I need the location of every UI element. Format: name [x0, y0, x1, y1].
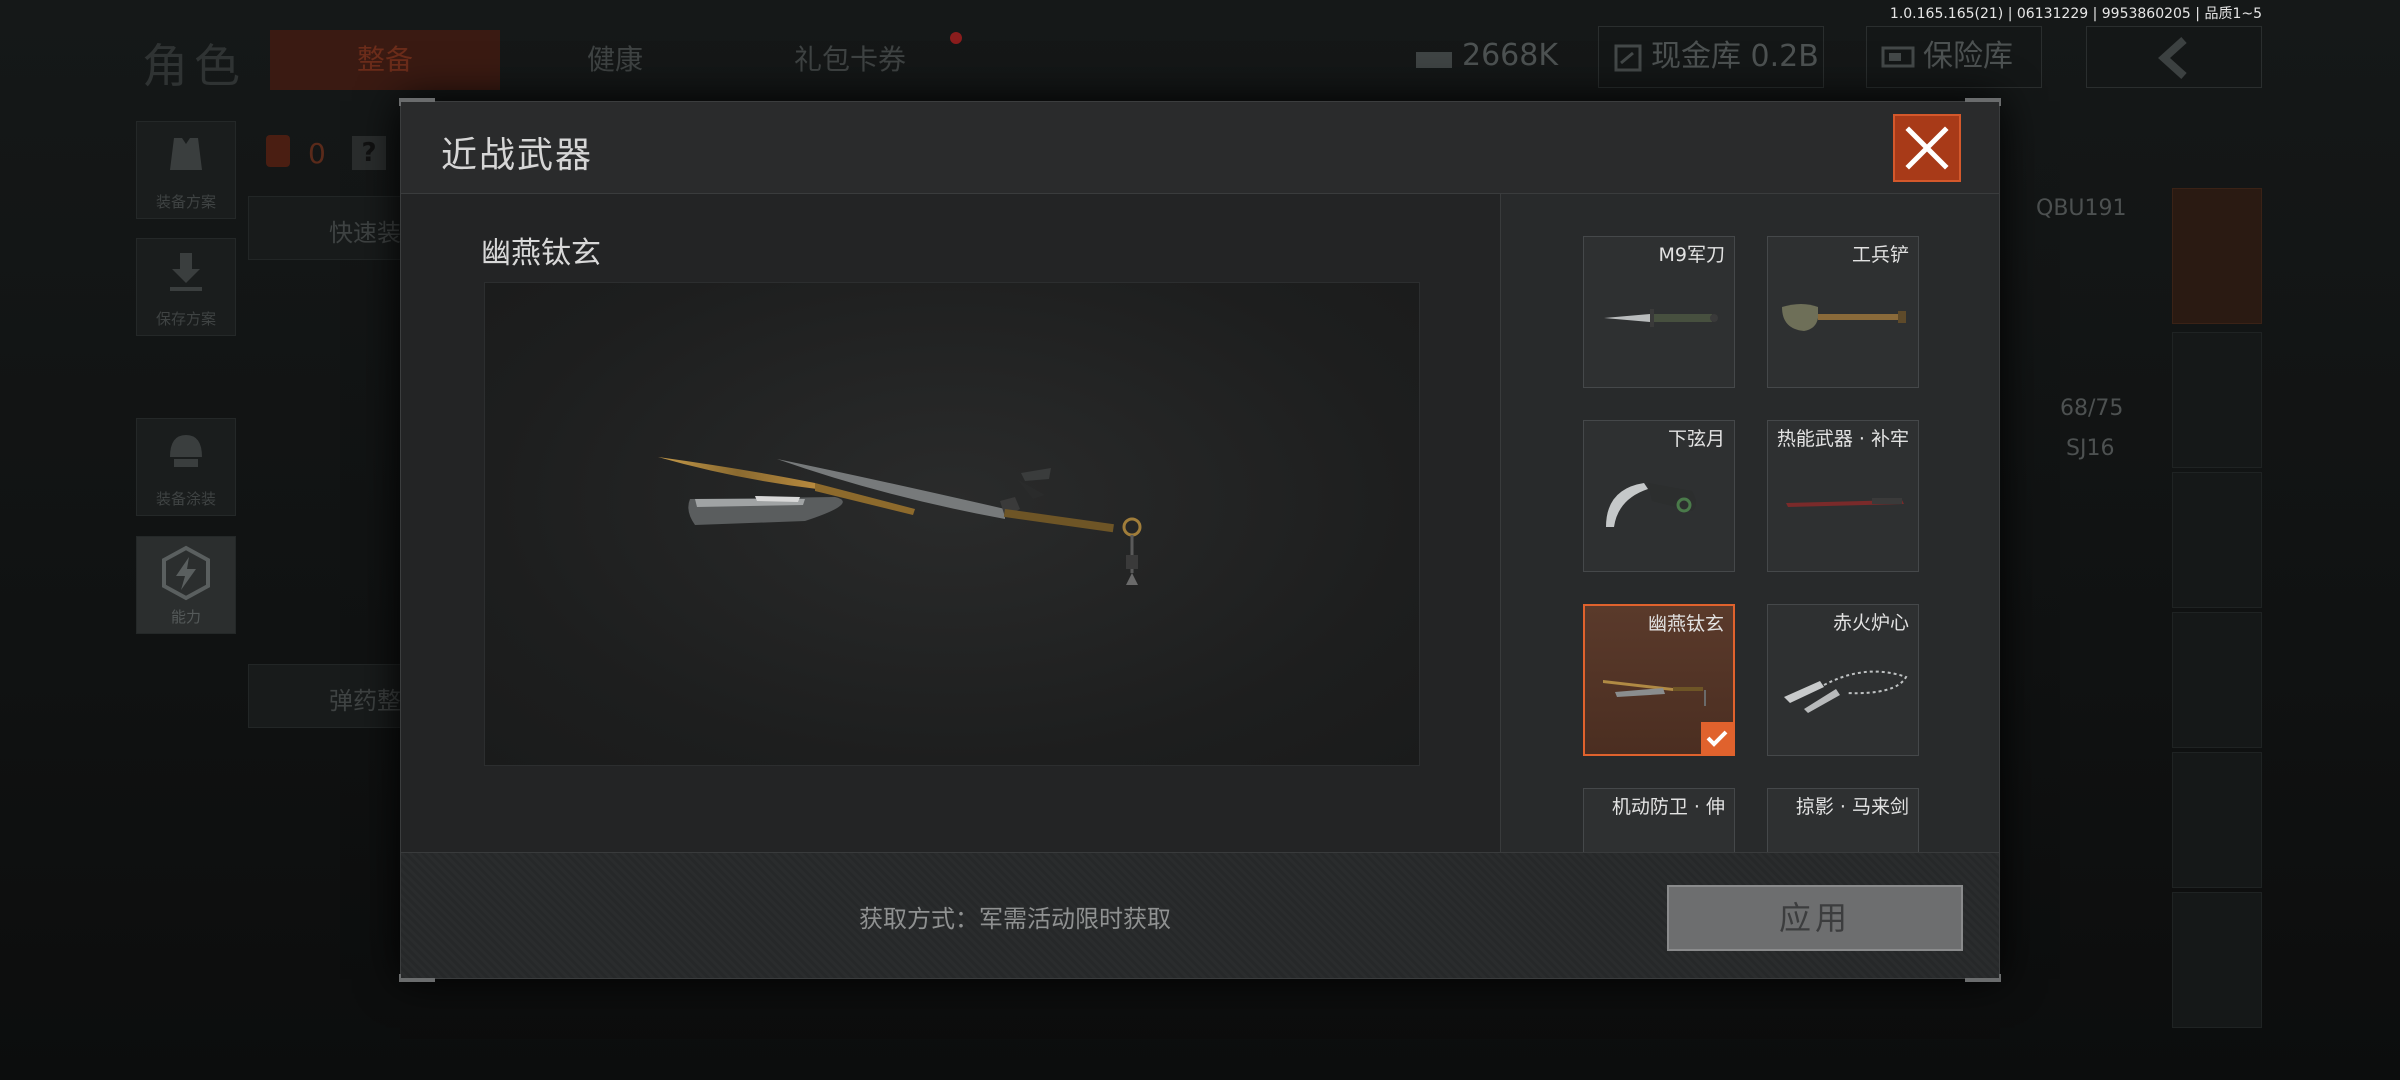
loadout-slot-2[interactable] [2172, 332, 2262, 468]
modal-title: 近战武器 [441, 135, 594, 176]
weapon-card-label: 机动防卫 · 伸 [1611, 796, 1725, 818]
modal-header: 近战武器 [401, 102, 1999, 194]
tab-equip-label: 整备 [356, 43, 413, 76]
currency-value: 2668K [1462, 38, 1559, 73]
safe-label: 保险库 [1923, 39, 2013, 74]
equip-plan-button[interactable]: 装备方案 [136, 121, 236, 219]
twin-blade-icon [658, 457, 1142, 585]
thermal-blade-icon [1786, 498, 1904, 507]
backpack-icon [266, 135, 290, 167]
save-plan-button[interactable]: 保存方案 [136, 238, 236, 336]
ammo-sort-button[interactable]: 弹药整 [248, 664, 408, 728]
weapon-card-shovel[interactable]: 工兵铲 [1767, 236, 1919, 388]
weapon-preview[interactable] [484, 282, 1420, 766]
selected-check [1701, 722, 1733, 754]
counter-value: 0 [308, 137, 326, 170]
loadout-slot-1[interactable] [2172, 188, 2262, 324]
weapon-card-m9[interactable]: M9军刀 [1583, 236, 1735, 388]
apply-button[interactable]: 应用 [1667, 885, 1963, 951]
helmet-icon [170, 435, 202, 467]
chevron-left-icon [2158, 36, 2187, 79]
weapon-code: QBU191 [2036, 196, 2127, 221]
close-button[interactable] [1893, 114, 1961, 182]
vault-button[interactable]: 现金库 0.2B [1598, 26, 1824, 88]
ammo-sort-label: 弹药整 [329, 687, 401, 715]
loadout-slot-3[interactable] [2172, 472, 2262, 608]
weapon-card-label: M9军刀 [1658, 244, 1725, 266]
weapon-card-label: 下弦月 [1667, 428, 1725, 450]
counter-box: 0 [248, 121, 338, 187]
weapon-card-youyan[interactable]: 幽燕钛玄 [1583, 604, 1735, 756]
weapon-card-chihuo[interactable]: 赤火炉心 [1767, 604, 1919, 756]
vest-icon [170, 138, 202, 170]
weapon-list[interactable]: M9军刀 工兵铲 下弦月 热能武器 · 补牢 幽燕钛玄 赤火炉心 机动防卫 · … [1501, 194, 1999, 952]
notification-dot [950, 32, 962, 44]
karambit-icon [1606, 483, 1696, 527]
back-button[interactable] [2086, 26, 2262, 88]
chain-blade-icon [1784, 670, 1908, 713]
equip-plan-label: 装备方案 [155, 193, 216, 211]
quick-equip-button[interactable]: 快速装 [248, 196, 408, 260]
weapon-card-label: 热能武器 · 补牢 [1776, 428, 1909, 450]
preview-weapon-name: 幽燕钛玄 [481, 236, 601, 271]
download-icon [170, 253, 202, 291]
equip-paint-button[interactable]: 装备涂装 [136, 418, 236, 516]
safe-icon [1881, 46, 1915, 67]
quick-equip-label: 快速装 [329, 219, 401, 247]
tab-gift-coupons-label: 礼包卡券 [793, 43, 906, 76]
secondary-code: SJ16 [2066, 436, 2115, 461]
ability-label: 能力 [170, 608, 201, 626]
question-icon[interactable]: ? [352, 136, 386, 170]
tab-health-label: 健康 [586, 43, 643, 76]
tab-health[interactable]: 健康 [520, 30, 710, 90]
twin-blade-icon [1603, 680, 1706, 706]
safe-button[interactable]: 保险库 [1866, 26, 2042, 88]
weapon-card-label: 赤火炉心 [1832, 612, 1909, 634]
close-icon [1905, 126, 1949, 170]
combat-knife-icon [1604, 309, 1718, 327]
modal-footer: 获取方式：军需活动限时获取 应用 [401, 852, 1999, 978]
energy-icon [162, 545, 210, 601]
weapon-card-thermal[interactable]: 热能武器 · 补牢 [1767, 420, 1919, 572]
melee-weapon-modal: 近战武器 幽燕钛玄 M9军刀 工兵铲 下弦月 热能武器 · 补牢 幽燕钛玄 赤火… [399, 98, 2001, 982]
section-title: 角色 [142, 39, 246, 93]
save-plan-label: 保存方案 [155, 310, 216, 328]
tab-equip[interactable]: 整备 [270, 30, 500, 90]
ammo-count: 68/75 [2060, 396, 2124, 421]
loadout-slot-6[interactable] [2172, 892, 2262, 1028]
version-info: 1.0.165.165(21) | 06131229 | 9953860205 … [1889, 6, 2262, 22]
loadout-slot-4[interactable] [2172, 612, 2262, 748]
weapon-card-label: 掠影 · 马来剑 [1795, 796, 1909, 818]
tab-gift-coupons[interactable]: 礼包卡券 [740, 30, 960, 90]
cash-stack-icon [1416, 51, 1452, 68]
equip-paint-label: 装备涂装 [155, 490, 216, 508]
weapon-card-label: 工兵铲 [1851, 244, 1909, 266]
vault-icon [1614, 44, 1642, 71]
loadout-slot-5[interactable] [2172, 752, 2262, 888]
apply-button-label: 应用 [1778, 899, 1851, 937]
ability-button[interactable]: 能力 [136, 536, 236, 634]
weapon-card-crescent[interactable]: 下弦月 [1583, 420, 1735, 572]
shovel-icon [1782, 304, 1906, 331]
checkmark-icon [1706, 730, 1728, 747]
acquire-method-text: 获取方式：军需活动限时获取 [859, 905, 1171, 933]
currency-display[interactable]: 2668K [1400, 26, 1580, 88]
vault-label: 现金库 0.2B [1651, 39, 1819, 74]
weapon-card-label: 幽燕钛玄 [1647, 613, 1724, 635]
